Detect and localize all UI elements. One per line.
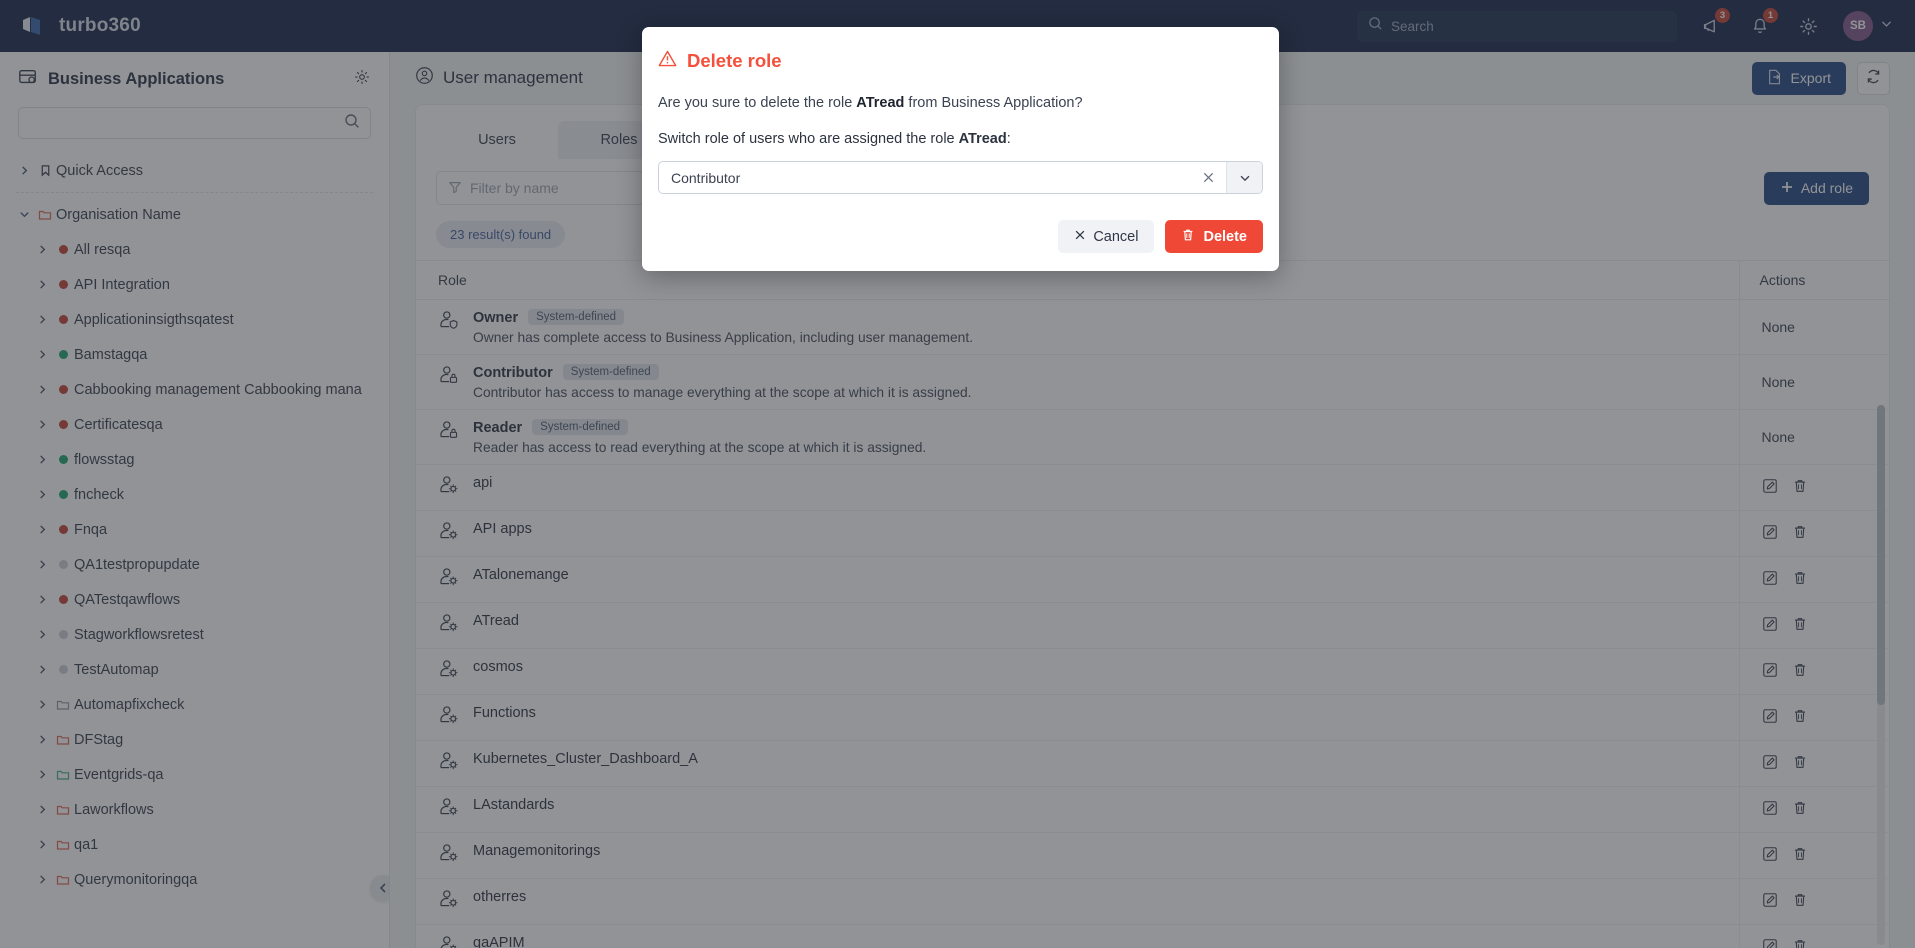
trash-icon	[1181, 228, 1195, 246]
delete-button[interactable]: Delete	[1165, 220, 1263, 253]
dialog-title: Delete role	[687, 50, 782, 71]
confirm-prefix: Are you sure to delete the role	[658, 95, 857, 111]
switch-role-select-value: Contributor	[671, 169, 741, 186]
confirm-suffix: from Business Application?	[904, 95, 1083, 111]
dialog-switch-text: Switch role of users who are assigned th…	[658, 131, 1263, 147]
switch-prefix: Switch role of users who are assigned th…	[658, 131, 959, 147]
clear-selection-icon[interactable]	[1190, 162, 1226, 193]
close-icon	[1074, 229, 1086, 245]
cancel-button[interactable]: Cancel	[1058, 220, 1155, 253]
switch-role-name: ATread	[958, 131, 1007, 147]
warning-triangle-icon	[658, 49, 677, 73]
dialog-confirm-text: Are you sure to delete the role ATread f…	[658, 95, 1263, 111]
dialog-actions: Cancel Delete	[658, 220, 1263, 253]
switch-suffix: :	[1006, 131, 1011, 147]
switch-role-select[interactable]: Contributor	[658, 161, 1263, 194]
confirm-role-name: ATread	[856, 95, 905, 111]
app-root: turbo360 Search 3 1 SB	[0, 0, 1915, 948]
dialog-title-row: Delete role	[658, 49, 1263, 73]
delete-role-dialog: Delete role Are you sure to delete the r…	[642, 27, 1279, 271]
delete-button-label: Delete	[1203, 228, 1247, 245]
chevron-down-icon[interactable]	[1226, 162, 1262, 193]
cancel-button-label: Cancel	[1093, 228, 1139, 245]
